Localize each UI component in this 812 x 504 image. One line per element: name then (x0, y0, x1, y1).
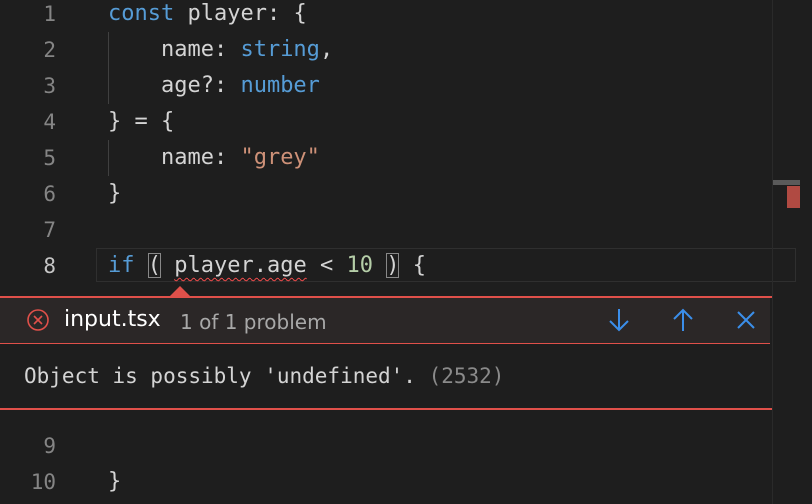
code-token: player: { (174, 1, 307, 26)
code-text: age?: number (108, 68, 320, 104)
code-token: "grey" (240, 145, 320, 170)
peek-pointer-arrow (170, 286, 190, 296)
code-token: ) (386, 253, 400, 278)
code-token: name: (108, 37, 241, 62)
code-token: } (108, 469, 122, 494)
code-token: player.age (174, 253, 307, 278)
code-token: string (240, 37, 320, 62)
line-number: 9 (43, 434, 56, 458)
code-token: if (108, 253, 135, 278)
error-circle-icon (27, 309, 49, 331)
code-text: } = { (108, 104, 174, 140)
line-number: 5 (43, 146, 56, 170)
code-line[interactable]: 2 name: string, (0, 32, 798, 68)
close-icon[interactable] (732, 306, 760, 334)
code-line[interactable]: 9 (0, 428, 798, 464)
scrollbar-cursor-marker (773, 180, 800, 185)
line-number: 2 (43, 38, 56, 62)
scrollbar-error-marker[interactable] (787, 186, 800, 208)
line-number: 4 (43, 110, 56, 134)
code-text: name: string, (108, 32, 333, 68)
problem-peek-widget: input.tsx 1 of 1 problem Object is possi… (0, 296, 772, 410)
problem-text: Object is possibly 'undefined'. (24, 364, 416, 388)
code-token: ( (147, 253, 161, 278)
problem-code: (2532) (428, 364, 505, 388)
code-token: } = { (108, 109, 175, 134)
code-token: , (319, 37, 334, 62)
code-text: const player: { (108, 0, 307, 32)
code-text: } (108, 464, 121, 500)
line-number: 8 (43, 254, 56, 278)
code-token: 10 (346, 253, 373, 278)
code-line[interactable]: 7 (0, 212, 798, 248)
peek-header: input.tsx 1 of 1 problem (0, 298, 770, 344)
line-number: 10 (30, 470, 56, 494)
peek-file-name: input.tsx (64, 307, 161, 332)
code-line[interactable]: 4 } = { (0, 104, 798, 140)
arrow-down-icon[interactable] (605, 306, 633, 334)
problem-message: Object is possibly 'undefined'. (2532) (24, 364, 504, 388)
line-number: 1 (43, 2, 56, 26)
code-text: name: "grey" (108, 140, 320, 176)
code-editor[interactable]: 1 const player: {2 name: string, 3 age?: n… (0, 0, 812, 504)
code-token: number (240, 73, 320, 98)
vertical-scrollbar[interactable] (772, 0, 800, 504)
code-line[interactable]: 5 name: "grey" (0, 140, 798, 176)
code-line[interactable]: 1 const player: { (0, 0, 798, 32)
code-line[interactable]: 10} (0, 464, 798, 500)
code-token: name: (108, 145, 241, 170)
code-token: } (108, 181, 122, 206)
code-line[interactable]: 6} (0, 176, 798, 212)
code-token: age?: (108, 73, 241, 98)
line-number: 6 (43, 182, 56, 206)
code-token: { (399, 253, 426, 278)
code-token: const (108, 1, 175, 26)
code-text: } (108, 176, 121, 212)
code-token: < (306, 253, 347, 278)
arrow-up-icon[interactable] (669, 306, 697, 334)
code-line[interactable]: 8 if ( player.age < 10 ) { (0, 248, 798, 284)
line-number: 7 (43, 218, 56, 242)
problem-count: 1 of 1 problem (180, 310, 327, 334)
code-line[interactable]: 3 age?: number (0, 68, 798, 104)
code-text: if ( player.age < 10 ) { (108, 248, 426, 284)
line-number: 3 (43, 74, 56, 98)
